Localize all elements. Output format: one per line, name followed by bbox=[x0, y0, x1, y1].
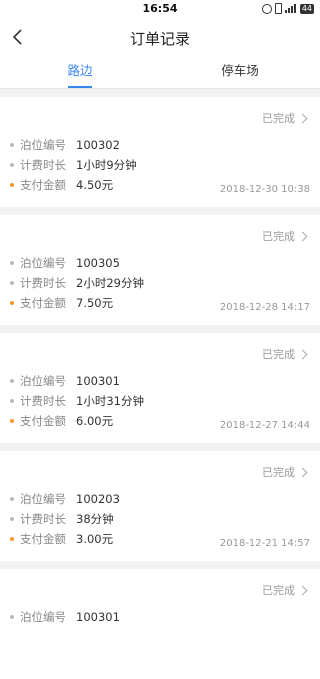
status-bar: 16:54 44 bbox=[0, 0, 320, 18]
order-status[interactable]: 已完成 bbox=[262, 464, 308, 480]
vibrate-icon bbox=[274, 3, 282, 14]
tab-bar: 路边 停车场 bbox=[0, 56, 320, 89]
duration-label: 计费时长 bbox=[20, 512, 66, 526]
amount-label: 支付金额 bbox=[20, 296, 66, 310]
spot-row: 泊位编号 100302 bbox=[10, 135, 137, 155]
page-title: 订单记录 bbox=[129, 30, 190, 48]
spot-row: 泊位编号 100203 bbox=[10, 489, 120, 509]
bullet-dot bbox=[10, 183, 14, 187]
duration-row: 计费时长 1小时31分钟 bbox=[10, 391, 144, 411]
spot-label: 泊位编号 bbox=[20, 492, 66, 506]
order-status[interactable]: 已完成 bbox=[262, 110, 308, 126]
order-status-label: 已完成 bbox=[262, 466, 295, 479]
spot-row: 泊位编号 100305 bbox=[10, 253, 144, 273]
order-status-label: 已完成 bbox=[262, 348, 295, 361]
tab-label: 路边 bbox=[67, 63, 93, 78]
bullet-dot bbox=[10, 497, 14, 501]
bullet-dot bbox=[10, 517, 14, 521]
tab-label: 停车场 bbox=[221, 63, 259, 78]
chevron-right-icon bbox=[297, 585, 308, 595]
duration-row: 计费时长 2小时29分钟 bbox=[10, 273, 144, 293]
spot-label: 泊位编号 bbox=[20, 374, 66, 388]
active-tab-indicator bbox=[68, 86, 92, 88]
order-list: 已完成 泊位编号 100302 计费时长 1小时9分钟 支付金额 4.50元 2… bbox=[0, 97, 320, 679]
spot-value: 100203 bbox=[76, 492, 120, 506]
spot-label: 泊位编号 bbox=[20, 256, 66, 270]
bullet-dot bbox=[10, 399, 14, 403]
battery-icon: 44 bbox=[299, 3, 314, 14]
spot-value: 100302 bbox=[76, 138, 120, 152]
duration-row: 计费时长 1小时9分钟 bbox=[10, 155, 137, 175]
spot-row: 泊位编号 100301 bbox=[10, 607, 120, 627]
duration-value: 1小时9分钟 bbox=[76, 158, 137, 172]
order-card[interactable]: 已完成 泊位编号 100305 计费时长 2小时29分钟 支付金额 7.50元 … bbox=[0, 215, 320, 325]
chevron-right-icon bbox=[297, 113, 308, 123]
duration-value: 38分钟 bbox=[76, 512, 114, 526]
chevron-right-icon bbox=[297, 231, 308, 241]
order-date: 2018-12-30 10:38 bbox=[219, 184, 310, 195]
amount-label: 支付金额 bbox=[20, 414, 66, 428]
duration-label: 计费时长 bbox=[20, 276, 66, 290]
bullet-dot bbox=[10, 615, 14, 619]
spot-label: 泊位编号 bbox=[20, 138, 66, 152]
amount-row: 支付金额 6.00元 bbox=[10, 411, 144, 431]
order-date: 2018-12-27 14:44 bbox=[219, 420, 310, 431]
order-card[interactable]: 已完成 泊位编号 100203 计费时长 38分钟 支付金额 3.00元 201… bbox=[0, 451, 320, 561]
bullet-dot bbox=[10, 301, 14, 305]
chevron-right-icon bbox=[297, 349, 308, 359]
tab-parking-lot[interactable]: 停车场 bbox=[160, 56, 320, 88]
bullet-dot bbox=[10, 379, 14, 383]
alarm-icon bbox=[261, 3, 272, 14]
amount-value: 7.50元 bbox=[76, 296, 114, 310]
order-card[interactable]: 已完成 泊位编号 100302 计费时长 1小时9分钟 支付金额 4.50元 2… bbox=[0, 97, 320, 207]
order-date: 2018-12-28 14:17 bbox=[219, 302, 310, 313]
amount-row: 支付金额 4.50元 bbox=[10, 175, 137, 195]
spot-value: 100301 bbox=[76, 610, 120, 624]
duration-value: 1小时31分钟 bbox=[76, 394, 144, 408]
order-status-label: 已完成 bbox=[262, 112, 295, 125]
bullet-dot bbox=[10, 419, 14, 423]
amount-value: 6.00元 bbox=[76, 414, 114, 428]
duration-value: 2小时29分钟 bbox=[76, 276, 144, 290]
amount-value: 4.50元 bbox=[76, 178, 114, 192]
order-status[interactable]: 已完成 bbox=[262, 346, 308, 362]
spot-row: 泊位编号 100301 bbox=[10, 371, 144, 391]
duration-row: 计费时长 38分钟 bbox=[10, 509, 120, 529]
bullet-dot bbox=[10, 143, 14, 147]
signal-icon bbox=[284, 4, 296, 13]
amount-row: 支付金额 3.00元 bbox=[10, 529, 120, 549]
amount-label: 支付金额 bbox=[20, 178, 66, 192]
order-card[interactable]: 已完成 泊位编号 100301 bbox=[0, 569, 320, 679]
nav-bar: 订单记录 bbox=[0, 18, 320, 56]
order-status-label: 已完成 bbox=[262, 230, 295, 243]
spot-label: 泊位编号 bbox=[20, 610, 66, 624]
order-status-label: 已完成 bbox=[262, 584, 295, 597]
spot-value: 100301 bbox=[76, 374, 120, 388]
order-status[interactable]: 已完成 bbox=[262, 582, 308, 598]
bullet-dot bbox=[10, 163, 14, 167]
tab-roadside[interactable]: 路边 bbox=[0, 56, 160, 88]
order-date: 2018-12-21 14:57 bbox=[219, 538, 310, 549]
spot-value: 100305 bbox=[76, 256, 120, 270]
bullet-dot bbox=[10, 537, 14, 541]
order-card[interactable]: 已完成 泊位编号 100301 计费时长 1小时31分钟 支付金额 6.00元 … bbox=[0, 333, 320, 443]
amount-label: 支付金额 bbox=[20, 532, 66, 546]
amount-value: 3.00元 bbox=[76, 532, 114, 546]
duration-label: 计费时长 bbox=[20, 158, 66, 172]
chevron-right-icon bbox=[297, 467, 308, 477]
amount-row: 支付金额 7.50元 bbox=[10, 293, 144, 313]
status-icons: 44 bbox=[261, 3, 314, 14]
duration-label: 计费时长 bbox=[20, 394, 66, 408]
bullet-dot bbox=[10, 281, 14, 285]
order-status[interactable]: 已完成 bbox=[262, 228, 308, 244]
bullet-dot bbox=[10, 261, 14, 265]
